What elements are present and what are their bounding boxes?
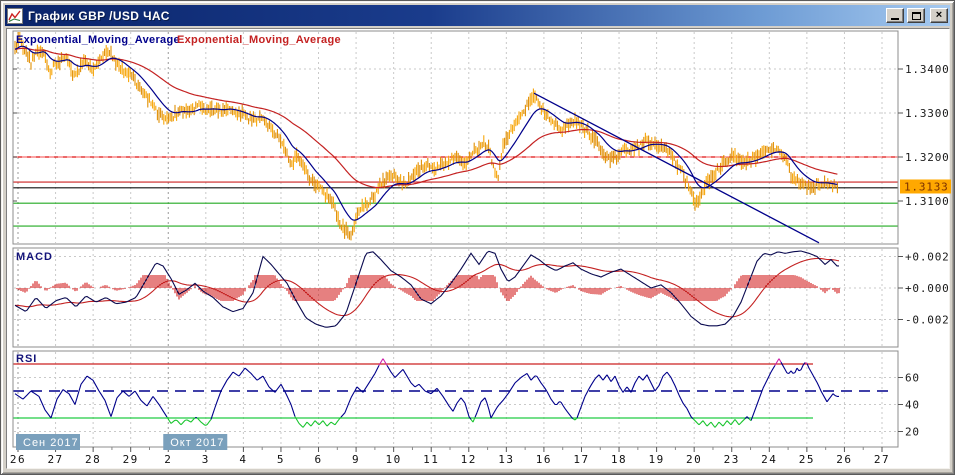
- ema-legend-1: Exponential_Moving_Average: [16, 34, 180, 46]
- price-panel-surface[interactable]: [13, 31, 898, 244]
- rsi-panel-label: RSI: [16, 353, 37, 365]
- date-label: 20: [686, 453, 702, 466]
- macd-axis-label: +0.002: [905, 251, 950, 264]
- date-label: 18: [611, 453, 627, 466]
- app-window: График GBP /USD ЧАС × 1.34001.33001.3200…: [0, 0, 955, 475]
- price-axis-label: 1.3100: [905, 195, 950, 208]
- date-label: 28: [85, 453, 101, 466]
- date-label: 29: [123, 453, 139, 466]
- date-label: 6: [314, 453, 322, 466]
- date-label: 16: [536, 453, 552, 466]
- date-label: 5: [277, 453, 285, 466]
- price-axis-label: 1.3400: [905, 63, 950, 76]
- macd-panel-surface[interactable]: [13, 248, 898, 347]
- current-price-label: 1.3133: [904, 180, 949, 193]
- date-label: 23: [724, 453, 740, 466]
- price-axis-label: 1.3300: [905, 107, 950, 120]
- month-badge-label: Окт 2017: [170, 437, 224, 449]
- date-label: 11: [423, 453, 439, 466]
- date-label: 27: [874, 453, 890, 466]
- date-label: 26: [10, 453, 26, 466]
- macd-axis-label: -0.002: [905, 314, 950, 327]
- rsi-panel-surface[interactable]: [13, 351, 898, 447]
- macd-axis-label: +0.000: [905, 282, 950, 295]
- date-label: 3: [202, 453, 210, 466]
- macd-panel-label: MACD: [16, 251, 53, 263]
- date-label: 12: [461, 453, 477, 466]
- rsi-axis-label: 40: [905, 399, 920, 412]
- date-label: 19: [648, 453, 664, 466]
- date-label: 27: [47, 453, 63, 466]
- chart-canvas[interactable]: 1.3400 1.3300 1.3200 1.3100 1.3133 +0.002 +0.0…: [1, 1, 955, 475]
- date-label: 10: [386, 453, 402, 466]
- date-label: 4: [239, 453, 247, 466]
- date-label: 26: [836, 453, 852, 466]
- rsi-axis-label: 60: [905, 372, 920, 385]
- price-axis-label: 1.3200: [905, 151, 950, 164]
- date-label: 9: [352, 453, 360, 466]
- date-label: 13: [498, 453, 514, 466]
- date-label: 24: [761, 453, 777, 466]
- date-label: 17: [573, 453, 589, 466]
- rsi-axis-label: 20: [905, 426, 920, 439]
- date-label: 25: [799, 453, 815, 466]
- month-badge-label: Сен 2017: [23, 437, 79, 449]
- date-label: 2: [164, 453, 172, 466]
- ema-legend-2: Exponential_Moving_Average: [177, 34, 341, 46]
